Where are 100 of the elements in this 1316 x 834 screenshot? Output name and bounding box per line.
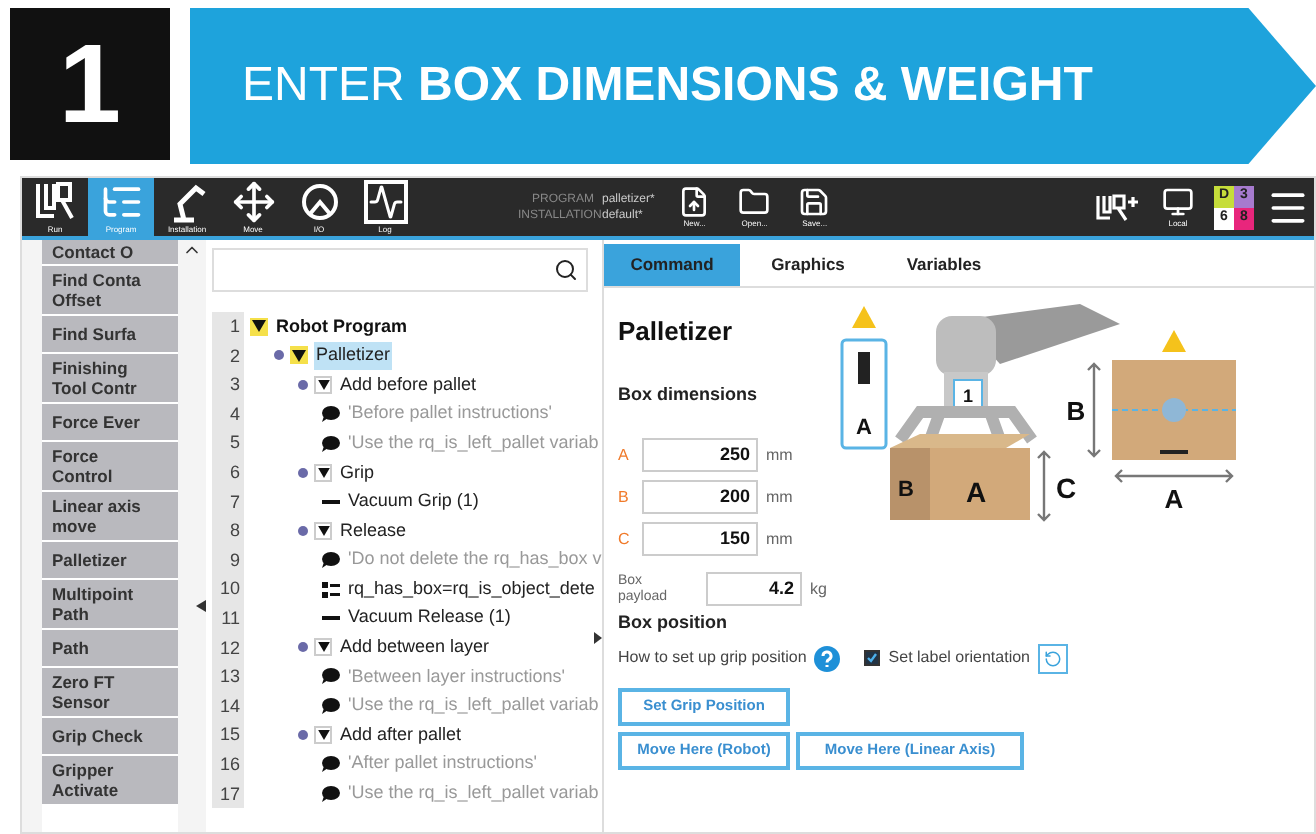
toolbox-item[interactable]: Zero FT Sensor — [42, 668, 178, 716]
tree-item[interactable]: Release — [338, 517, 409, 545]
line-number: 6 — [212, 457, 244, 488]
speech-bubble-icon — [322, 406, 340, 423]
line-number: 12 — [212, 633, 244, 663]
line-number: 13 — [212, 662, 244, 692]
dimension-input[interactable]: 200 — [642, 480, 758, 514]
tree-item[interactable]: Grip — [338, 459, 377, 487]
folder-icon — [738, 185, 771, 217]
search-icon[interactable] — [554, 258, 578, 282]
payload-input[interactable]: 4.2 — [706, 572, 802, 606]
dimension-letter: A — [1164, 484, 1184, 514]
gauge-icon — [297, 180, 341, 224]
tree-item[interactable]: Vacuum Grip (1) — [346, 488, 481, 516]
tree-item[interactable]: Palletizer — [314, 342, 393, 370]
tree-item[interactable]: Add before pallet — [338, 371, 479, 399]
dimension-label: A — [618, 443, 631, 467]
label-orientation-label: Set label orientation — [888, 646, 1030, 670]
line-number: 7 — [212, 487, 244, 517]
help-icon[interactable] — [814, 645, 841, 671]
step-title: ENTER BOX DIMENSIONS & WEIGHT — [242, 56, 1093, 116]
section-heading: Box position — [618, 610, 729, 636]
tree-item[interactable]: Robot Program — [274, 313, 410, 341]
urplus-icon[interactable] — [1094, 193, 1138, 221]
line-number: 14 — [212, 691, 244, 721]
panel-title: Palletizer — [618, 314, 735, 350]
toolbox-item[interactable]: Force Control — [42, 442, 178, 490]
speech-bubble-icon — [322, 698, 340, 715]
dimension-letter: A — [965, 476, 987, 508]
expand-triangle-icon[interactable] — [314, 463, 332, 482]
new-file-icon — [678, 185, 711, 217]
toolbox-item[interactable]: Palletizer — [42, 542, 178, 578]
tree-item[interactable]: Add after pallet — [338, 721, 464, 749]
label-orientation-checkbox[interactable] — [864, 650, 881, 666]
monitor-icon — [1158, 186, 1198, 218]
rotate-icon — [1044, 649, 1062, 667]
line-number: 16 — [212, 749, 244, 779]
line-number: 11 — [212, 603, 244, 634]
dimension-letter: C — [1055, 472, 1077, 504]
expand-triangle-icon[interactable] — [314, 521, 332, 540]
pin-icon — [298, 379, 308, 390]
dimension-letter: B — [898, 478, 914, 502]
step-number-badge: 1 — [10, 8, 170, 160]
line-number: 2 — [212, 341, 244, 371]
move-icon — [231, 180, 275, 224]
line-number: 1 — [212, 312, 244, 342]
dimension-input[interactable]: 250 — [642, 438, 758, 472]
log-chart-icon — [363, 180, 407, 224]
dimension-letter: B — [1066, 396, 1086, 426]
line-number: 9 — [212, 545, 244, 575]
toolbox-item[interactable]: Grip Check — [42, 718, 178, 754]
tree-item[interactable]: Add between layer — [338, 634, 492, 662]
line-number: 10 — [212, 574, 244, 604]
assignment-icon — [322, 581, 340, 598]
rotate-button[interactable] — [1038, 643, 1068, 673]
toolbox-item[interactable]: Find Conta Offset — [42, 266, 178, 314]
line-number: 4 — [212, 399, 244, 429]
unit-label: mm — [766, 443, 793, 467]
toolbox-item[interactable]: Gripper Activate — [42, 756, 178, 804]
expand-triangle-icon[interactable] — [290, 346, 308, 365]
toolbox-item[interactable]: Linear axis move — [42, 492, 178, 540]
expand-triangle-icon[interactable] — [314, 726, 332, 745]
speech-bubble-icon — [322, 756, 340, 773]
expand-triangle-icon[interactable] — [314, 638, 332, 657]
pin-icon — [298, 525, 308, 536]
speech-bubble-icon — [322, 785, 340, 802]
line-number: 8 — [212, 516, 244, 546]
pin-icon — [298, 642, 308, 653]
collapse-left-icon[interactable] — [195, 600, 205, 612]
line-number: 5 — [212, 428, 244, 458]
tree-item[interactable]: Vacuum Release (1) — [346, 604, 513, 632]
toolbox-item[interactable]: Multipoint Path — [42, 580, 178, 628]
dimension-input[interactable]: 150 — [642, 522, 758, 556]
toolbox-item[interactable]: Find Surfa — [42, 316, 178, 352]
toolbox-item[interactable]: Finishing Tool Contr — [42, 354, 178, 402]
pin-icon — [274, 350, 284, 361]
expand-triangle-icon[interactable] — [314, 375, 332, 394]
line-number: 3 — [212, 370, 244, 400]
expand-triangle-icon[interactable] — [250, 317, 268, 336]
toolbox-item[interactable]: Contact O — [42, 240, 178, 264]
grip-position-question: How to set up grip position — [618, 646, 807, 670]
section-heading: Box dimensions — [618, 381, 760, 407]
dimension-label: B — [618, 485, 631, 509]
line-number: 15 — [212, 720, 244, 750]
toolbox-item[interactable]: Path — [42, 630, 178, 666]
tree-item[interactable]: rq_has_box=rq_is_object_dete — [346, 575, 597, 603]
expand-right-icon[interactable] — [594, 632, 602, 644]
speech-bubble-icon — [322, 668, 340, 685]
dimension-label: C — [618, 527, 632, 551]
toolbox-item[interactable]: Force Ever — [42, 404, 178, 440]
tool-number: 1 — [963, 386, 973, 406]
logo-icon — [33, 180, 77, 224]
unit-label: mm — [766, 485, 793, 509]
line-number: 17 — [212, 779, 244, 809]
tab[interactable]: Command — [604, 244, 740, 286]
unit-label: kg — [810, 577, 827, 601]
search-field[interactable] — [212, 248, 588, 292]
pin-icon — [298, 467, 308, 478]
speech-bubble-icon — [322, 552, 340, 569]
unit-label: mm — [766, 527, 793, 551]
